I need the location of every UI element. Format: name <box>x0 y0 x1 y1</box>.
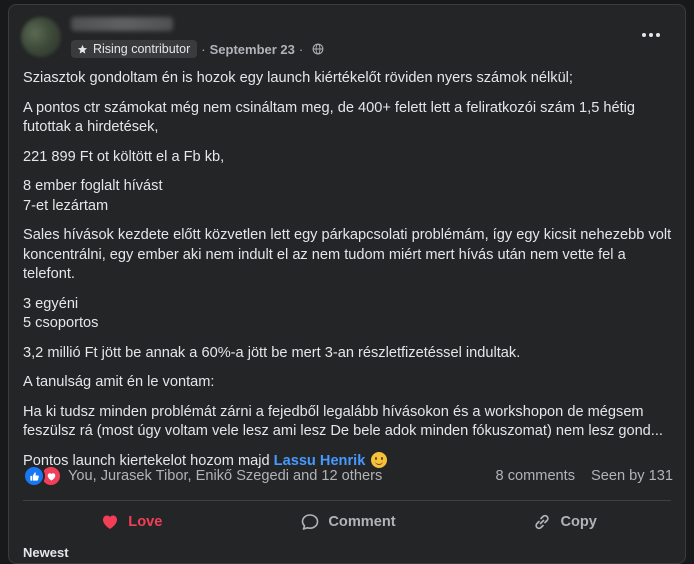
author-avatar[interactable] <box>21 17 61 57</box>
post-paragraph: 7-et lezártam <box>23 197 109 214</box>
post-paragraph: 8 ember foglalt hívást <box>23 178 163 194</box>
comment-label: Comment <box>328 514 396 530</box>
meta-separator-2: · <box>298 41 304 57</box>
reaction-icons[interactable] <box>23 465 62 487</box>
heart-icon <box>103 515 118 529</box>
comments-sort-peek[interactable]: Newest <box>23 545 83 557</box>
link-icon <box>535 514 550 530</box>
star-icon <box>77 44 88 54</box>
more-dot <box>649 33 653 37</box>
engagement-counts: 8 comments Seen by 131 <box>496 468 673 484</box>
love-label: Love <box>128 514 163 530</box>
badge-label: Rising contributor <box>93 42 191 56</box>
post-paragraph: A pontos ctr számokat még nem csináltam … <box>23 99 636 136</box>
comment-icon <box>302 514 319 530</box>
like-reaction-icon <box>23 465 45 487</box>
post-paragraph: A tanulság amit én le vontam: <box>23 374 215 390</box>
post-paragraph: Sziasztok gondoltam én is hozok egy laun… <box>23 70 573 86</box>
post-paragraph: Sales hívások kezdete előtt közvetlen le… <box>23 227 672 282</box>
more-options-icon[interactable] <box>639 23 663 47</box>
love-button[interactable]: Love <box>23 503 240 541</box>
copy-button[interactable]: Copy <box>456 503 673 541</box>
actions-divider <box>23 500 671 501</box>
post-paragraph: 3,2 millió Ft jött be annak a 60%-a jött… <box>23 344 521 361</box>
page-background: Rising contributor · September 23 · Szia… <box>0 0 694 564</box>
reactions-summary: You, Jurasek Tibor, Enikő Szegedi and 12… <box>23 465 673 487</box>
more-dot <box>656 33 660 37</box>
meta-separator: · <box>201 41 206 57</box>
post-paragraph: 3 egyéni <box>23 295 79 312</box>
comment-button[interactable]: Comment <box>240 503 457 541</box>
comments-count[interactable]: 8 comments <box>496 468 575 484</box>
post-paragraph: Ha ki tudsz minden problémát zárni a fej… <box>23 403 663 440</box>
post-meta: Rising contributor · September 23 · <box>71 38 324 60</box>
post-date[interactable]: September 23 <box>210 42 295 57</box>
post-card: Rising contributor · September 23 · Szia… <box>8 4 686 564</box>
post-paragraph: 221 899 Ft ot költött el a Fb kb, <box>23 148 225 165</box>
author-name-blurred[interactable] <box>71 17 173 31</box>
copy-label: Copy <box>560 514 597 530</box>
post-body: Sziasztok gondoltam én is hozok egy laun… <box>23 69 673 471</box>
more-dot <box>642 33 646 37</box>
globe-icon[interactable] <box>312 43 324 55</box>
post-paragraph: 5 csoportos <box>23 315 99 331</box>
rising-contributor-badge[interactable]: Rising contributor <box>71 40 198 58</box>
post-actions: Love Comment Copy <box>23 503 673 541</box>
seen-by-count[interactable]: Seen by 131 <box>591 468 673 484</box>
reaction-names[interactable]: You, Jurasek Tibor, Enikő Szegedi and 12… <box>68 468 496 484</box>
